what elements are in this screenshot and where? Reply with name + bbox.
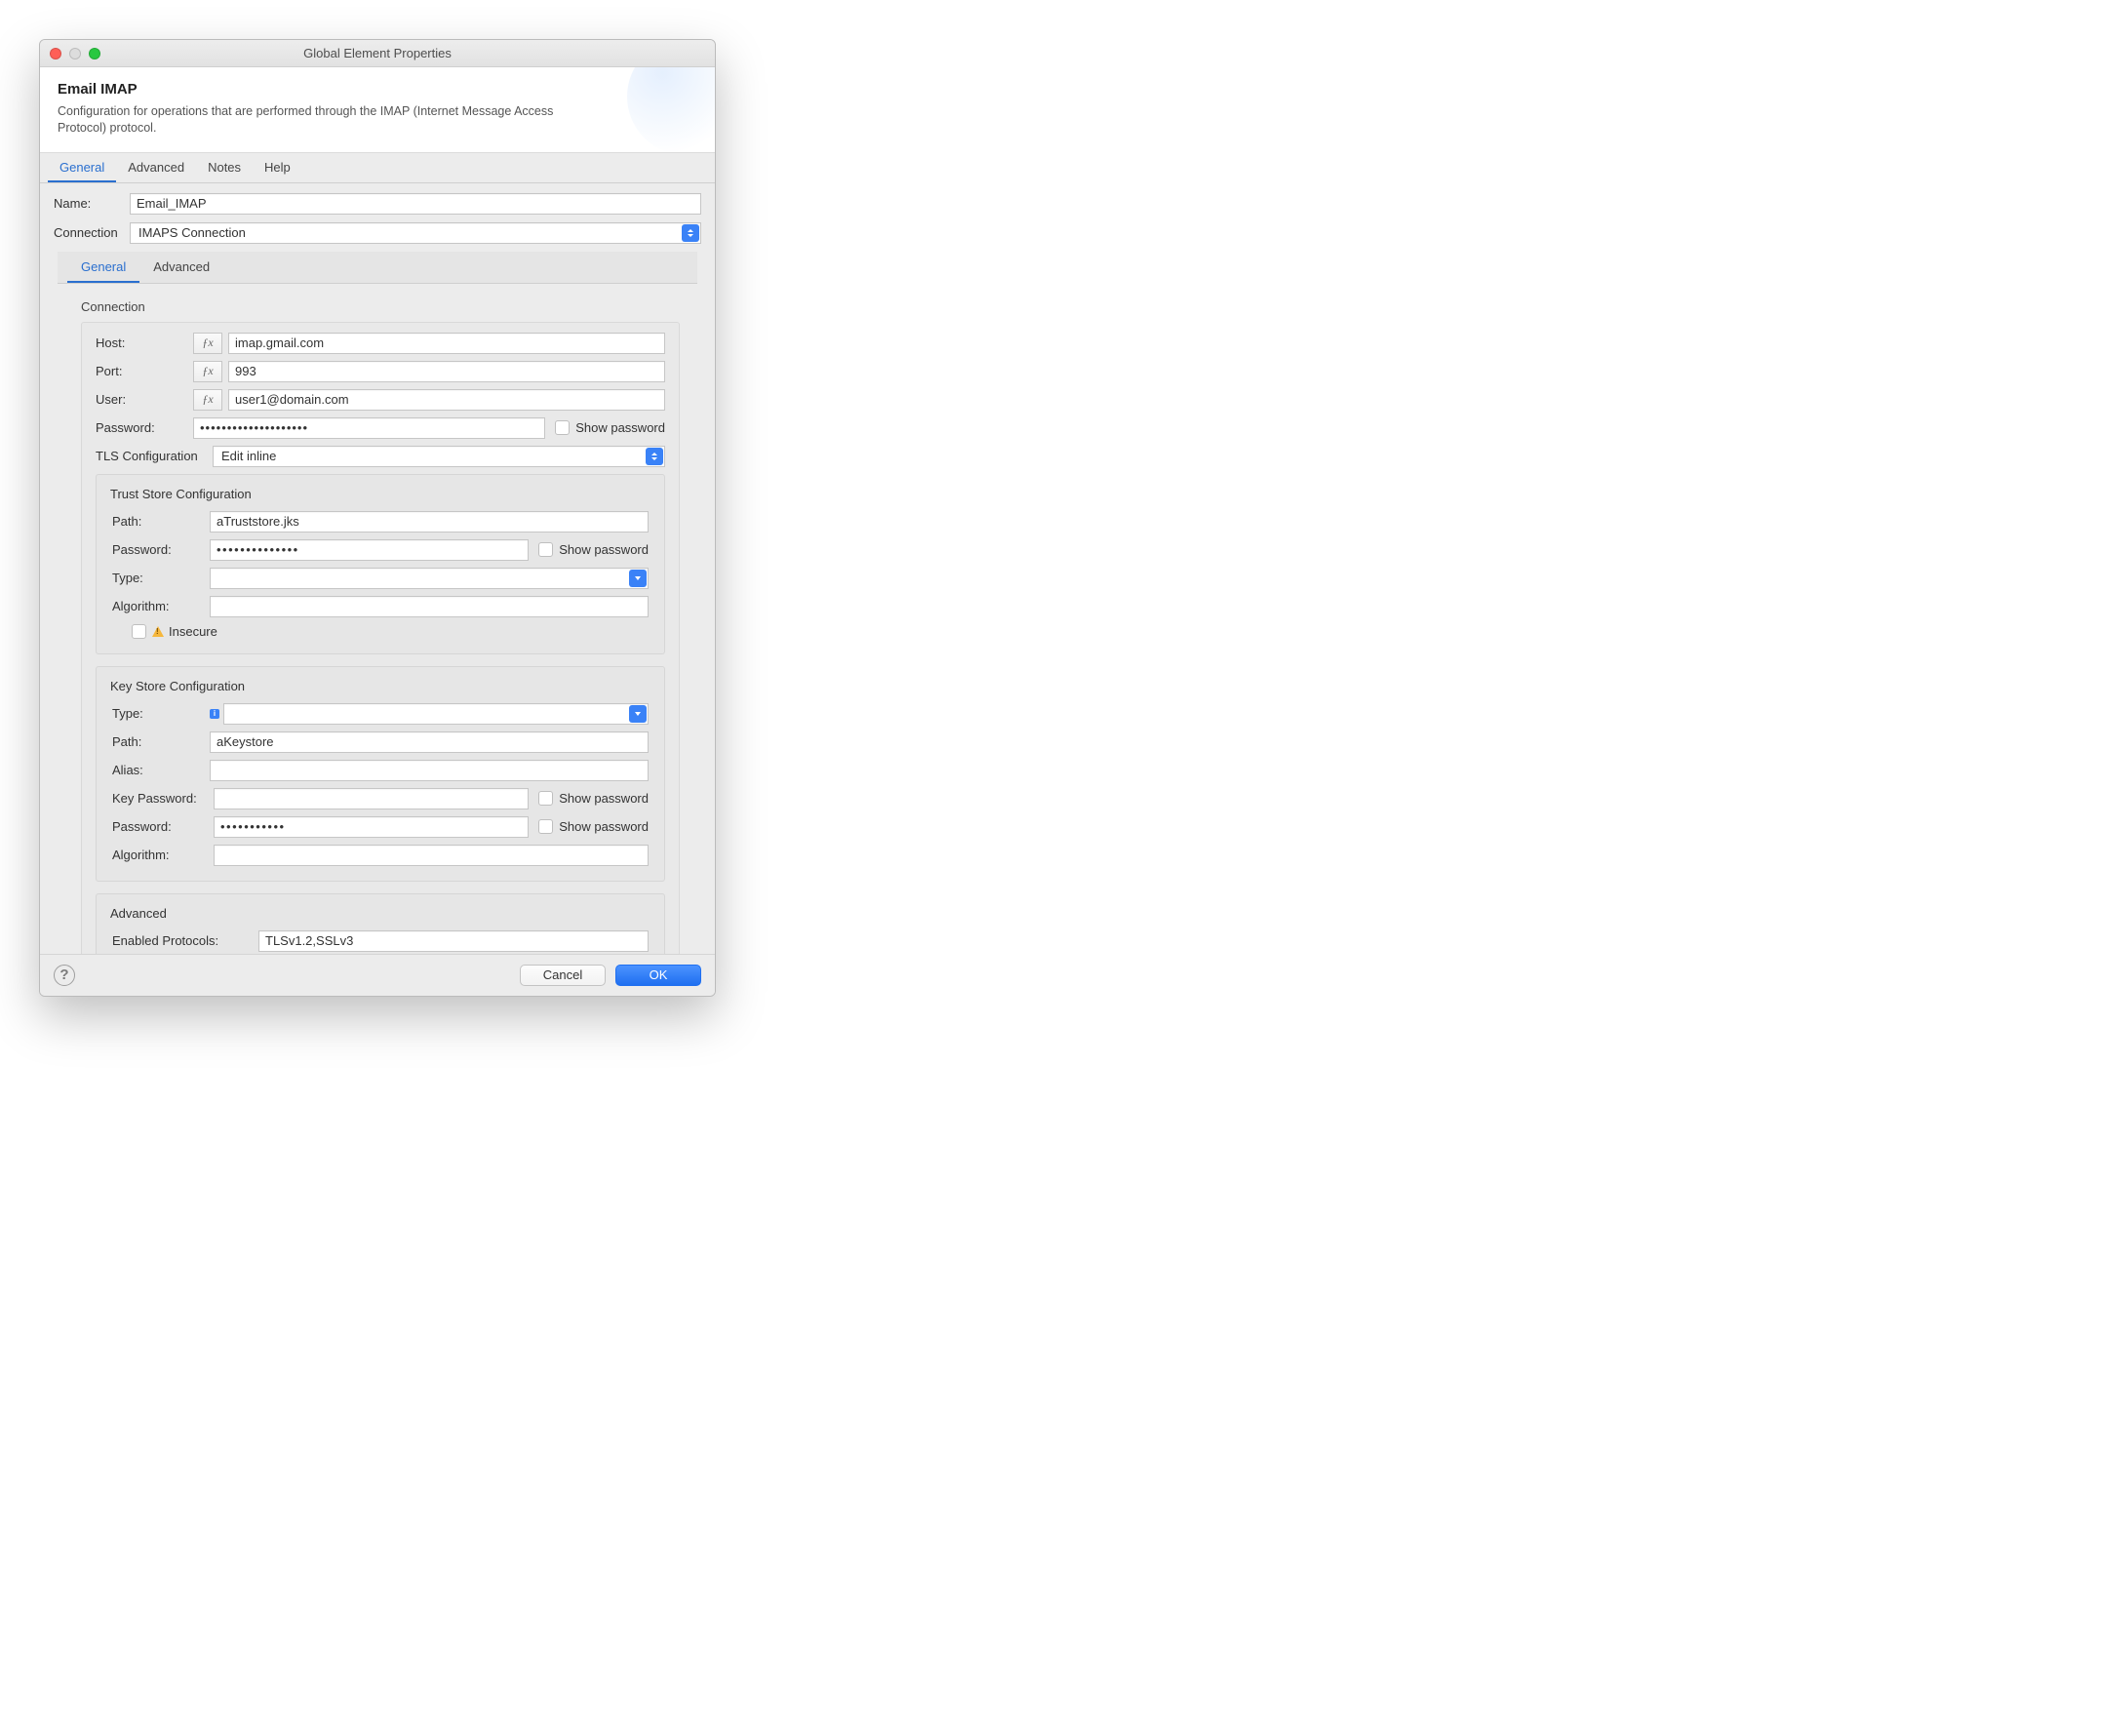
- insecure-checkbox[interactable]: [132, 624, 146, 639]
- insecure-label: Insecure: [169, 624, 217, 639]
- enabled-protocols-input[interactable]: [258, 930, 649, 952]
- connection-config-panel: General Advanced Connection Host: ƒx Por…: [58, 252, 697, 954]
- tab-help[interactable]: Help: [253, 153, 302, 182]
- page-title: Email IMAP: [58, 81, 697, 98]
- dialog-window: Global Element Properties Email IMAP Con…: [39, 39, 716, 997]
- chevron-down-icon: [629, 570, 647, 587]
- chevron-down-icon: [629, 705, 647, 723]
- inner-tab-advanced[interactable]: Advanced: [139, 252, 223, 283]
- ks-password-input[interactable]: [214, 816, 529, 838]
- warning-icon: [152, 626, 164, 637]
- connection-group-title: Connection: [81, 299, 680, 314]
- ks-type-label: Type:: [112, 706, 210, 721]
- ks-key-show-password-label: Show password: [559, 791, 649, 806]
- name-label: Name:: [54, 196, 130, 211]
- ks-path-input[interactable]: [210, 731, 649, 753]
- password-label: Password:: [96, 420, 193, 435]
- tab-general[interactable]: General: [48, 153, 116, 182]
- ks-algorithm-input[interactable]: [214, 845, 649, 866]
- outer-tabs: General Advanced Notes Help: [40, 153, 715, 183]
- ts-show-password-label: Show password: [559, 542, 649, 557]
- fx-button-user[interactable]: ƒx: [193, 389, 222, 411]
- dialog-footer: ? Cancel OK: [40, 954, 715, 996]
- dialog-header: Email IMAP Configuration for operations …: [40, 67, 715, 153]
- show-password-label: Show password: [575, 420, 665, 435]
- connection-subgroup: Host: ƒx Port: ƒx User: ƒx: [81, 322, 680, 954]
- fx-button-host[interactable]: ƒx: [193, 333, 222, 354]
- trust-store-title: Trust Store Configuration: [110, 487, 649, 501]
- cancel-button-label: Cancel: [543, 967, 582, 982]
- key-store-title: Key Store Configuration: [110, 679, 649, 693]
- ts-password-input[interactable]: [210, 539, 529, 561]
- ok-button[interactable]: OK: [615, 965, 701, 986]
- ks-password-label: Password:: [112, 819, 214, 834]
- form-area: Name: Connection IMAPS Connection Genera…: [40, 183, 715, 954]
- connection-label: Connection: [54, 225, 130, 240]
- host-label: Host:: [96, 335, 193, 350]
- ks-alias-label: Alias:: [112, 763, 210, 777]
- connection-select[interactable]: IMAPS Connection: [130, 222, 701, 244]
- advanced-title: Advanced: [110, 906, 649, 921]
- tab-notes[interactable]: Notes: [196, 153, 253, 182]
- inner-body: Connection Host: ƒx Port: ƒx User:: [58, 284, 697, 954]
- tls-config-label: TLS Configuration: [96, 449, 213, 463]
- tls-config-select[interactable]: Edit inline: [213, 446, 665, 467]
- connection-select-value: IMAPS Connection: [138, 225, 246, 240]
- ks-show-password-checkbox[interactable]: [538, 819, 553, 834]
- inner-tab-general[interactable]: General: [67, 252, 139, 283]
- ks-key-password-label: Key Password:: [112, 791, 214, 806]
- ks-key-show-password-checkbox[interactable]: [538, 791, 553, 806]
- ks-path-label: Path:: [112, 734, 210, 749]
- ks-key-password-input[interactable]: [214, 788, 529, 809]
- dropdown-arrows-icon: [682, 224, 699, 242]
- help-icon[interactable]: ?: [54, 965, 75, 986]
- enabled-protocols-label: Enabled Protocols:: [112, 933, 258, 948]
- ts-path-label: Path:: [112, 514, 210, 529]
- ks-type-select[interactable]: [223, 703, 649, 725]
- key-store-group: Key Store Configuration Type: i Path:: [96, 666, 665, 882]
- cancel-button[interactable]: Cancel: [520, 965, 606, 986]
- user-label: User:: [96, 392, 193, 407]
- advanced-group: Advanced Enabled Protocols: Enabled Ciph…: [96, 893, 665, 954]
- ts-algorithm-label: Algorithm:: [112, 599, 210, 613]
- port-label: Port:: [96, 364, 193, 378]
- ts-type-label: Type:: [112, 571, 210, 585]
- ok-button-label: OK: [650, 967, 668, 982]
- ts-type-select[interactable]: [210, 568, 649, 589]
- host-input[interactable]: [228, 333, 665, 354]
- titlebar: Global Element Properties: [40, 40, 715, 67]
- info-icon: i: [210, 709, 219, 719]
- tab-advanced[interactable]: Advanced: [116, 153, 196, 182]
- page-subtitle: Configuration for operations that are pe…: [58, 103, 604, 137]
- tls-config-value: Edit inline: [221, 449, 276, 463]
- ts-path-input[interactable]: [210, 511, 649, 533]
- ks-show-password-label: Show password: [559, 819, 649, 834]
- ts-password-label: Password:: [112, 542, 210, 557]
- dropdown-arrows-icon: [646, 448, 663, 465]
- ts-algorithm-input[interactable]: [210, 596, 649, 617]
- scroll-region[interactable]: Name: Connection IMAPS Connection Genera…: [40, 183, 715, 954]
- port-input[interactable]: [228, 361, 665, 382]
- password-input[interactable]: [193, 417, 545, 439]
- header-decoration: [627, 67, 715, 153]
- user-input[interactable]: [228, 389, 665, 411]
- fx-button-port[interactable]: ƒx: [193, 361, 222, 382]
- window-title: Global Element Properties: [40, 46, 715, 60]
- ts-show-password-checkbox[interactable]: [538, 542, 553, 557]
- show-password-checkbox[interactable]: [555, 420, 570, 435]
- ks-alias-input[interactable]: [210, 760, 649, 781]
- inner-tabs: General Advanced: [58, 252, 697, 284]
- name-input[interactable]: [130, 193, 701, 215]
- ks-algorithm-label: Algorithm:: [112, 848, 214, 862]
- trust-store-group: Trust Store Configuration Path: Password…: [96, 474, 665, 654]
